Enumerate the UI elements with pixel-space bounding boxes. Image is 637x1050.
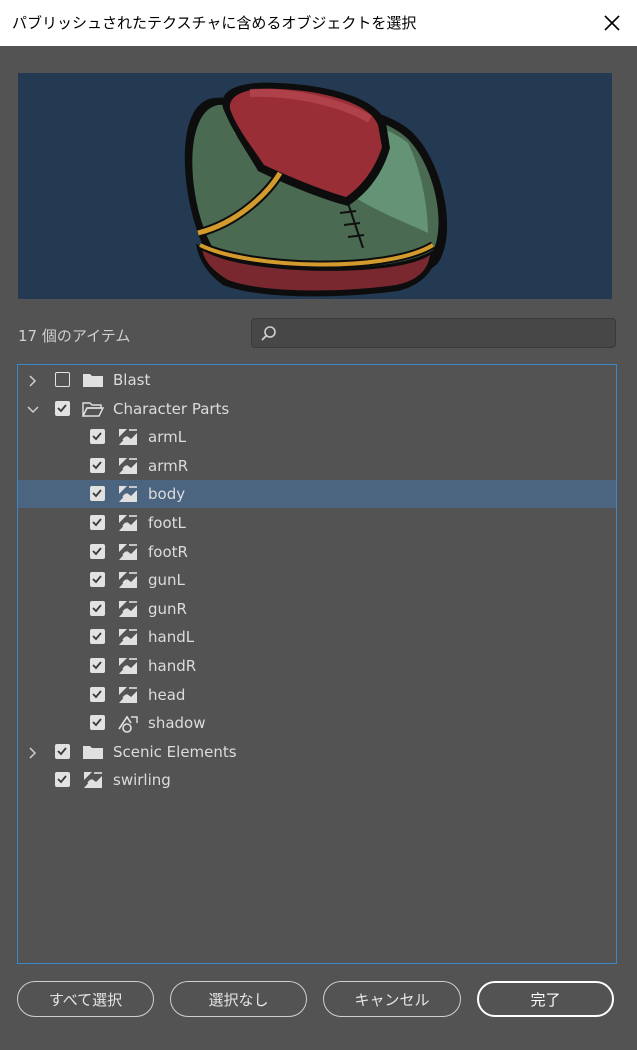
tree-item-label: head — [148, 685, 186, 704]
search-input[interactable] — [284, 322, 608, 346]
tree-item-label: handL — [148, 628, 195, 647]
texture-icon — [82, 770, 104, 790]
texture-preview — [18, 73, 612, 299]
tree-item[interactable]: swirling — [18, 766, 616, 794]
tree-item-label: armL — [148, 428, 187, 447]
folder-open-icon — [81, 399, 105, 419]
tree-item-label: shadow — [148, 714, 206, 733]
item-checkbox[interactable] — [90, 658, 105, 673]
chevron-right-icon[interactable] — [26, 373, 40, 387]
search-icon — [261, 326, 276, 341]
item-count: 17 個のアイテム — [18, 327, 131, 345]
texture-icon — [117, 542, 139, 562]
texture-icon — [117, 427, 139, 447]
tree-item[interactable]: armR — [18, 452, 616, 480]
chevron-right-icon[interactable] — [26, 745, 40, 759]
object-tree[interactable]: Blast Character Parts armL armR body footL foo… — [17, 364, 617, 964]
tree-item-label: footL — [148, 514, 186, 532]
tree-item[interactable]: footR — [18, 538, 616, 566]
title-bar: パブリッシュされたテクスチャに含めるオブジェクトを選択 — [0, 0, 637, 46]
texture-icon — [117, 513, 139, 533]
tree-item-label: footR — [148, 542, 188, 561]
item-checkbox[interactable] — [55, 372, 70, 387]
tree-item[interactable]: footL — [18, 509, 616, 537]
texture-icon — [117, 599, 139, 619]
chevron-down-icon[interactable] — [26, 402, 40, 416]
texture-icon — [117, 484, 139, 504]
folder-icon — [82, 742, 104, 762]
item-checkbox[interactable] — [55, 743, 70, 759]
tree-item-label: gunR — [148, 599, 187, 618]
tree-item-label: handR — [148, 657, 197, 675]
item-checkbox[interactable] — [90, 543, 105, 559]
texture-icon — [117, 456, 139, 476]
texture-icon — [117, 656, 139, 676]
item-checkbox[interactable] — [90, 600, 105, 616]
item-checkbox[interactable] — [55, 772, 70, 788]
item-checkbox[interactable] — [90, 715, 105, 731]
tree-item[interactable]: armL — [18, 423, 616, 451]
tree-item[interactable]: head — [18, 681, 616, 709]
search-box[interactable] — [251, 318, 616, 348]
item-checkbox[interactable] — [90, 457, 105, 473]
folder-icon — [82, 370, 104, 390]
shadow-shape-icon — [117, 713, 139, 733]
tree-item[interactable]: Blast — [18, 366, 616, 394]
texture-icon — [117, 685, 139, 705]
dialog-title: パブリッシュされたテクスチャに含めるオブジェクトを選択 — [12, 14, 417, 32]
tree-item[interactable]: handL — [18, 623, 616, 651]
tree-item[interactable]: Character Parts — [18, 395, 616, 423]
tree-item-label: swirling — [113, 771, 171, 790]
item-checkbox[interactable] — [55, 400, 70, 416]
body-texture-image — [184, 82, 448, 297]
tree-item[interactable]: shadow — [18, 709, 616, 737]
texture-icon — [117, 570, 139, 590]
tree-item[interactable]: body — [18, 480, 616, 509]
tree-item-label: Scenic Elements — [113, 742, 237, 761]
select-all-button[interactable]: すべて選択 — [17, 981, 154, 1017]
cancel-button[interactable]: キャンセル — [323, 981, 461, 1017]
item-checkbox[interactable] — [90, 515, 105, 530]
tree-item-label: armR — [148, 456, 189, 475]
texture-icon — [117, 627, 139, 647]
tree-item[interactable]: handR — [18, 652, 616, 680]
tree-item-label: Character Parts — [113, 399, 230, 418]
item-checkbox[interactable] — [90, 572, 105, 588]
tree-item[interactable]: Scenic Elements — [18, 738, 616, 766]
tree-item-label: body — [148, 485, 186, 504]
item-checkbox[interactable] — [90, 686, 105, 702]
item-checkbox[interactable] — [90, 429, 105, 445]
tree-item[interactable]: gunL — [18, 566, 616, 594]
close-button[interactable] — [595, 6, 629, 40]
tree-item[interactable]: gunR — [18, 595, 616, 623]
item-checkbox[interactable] — [90, 629, 105, 645]
done-button[interactable]: 完了 — [477, 981, 614, 1017]
item-checkbox[interactable] — [90, 486, 105, 502]
close-icon — [604, 15, 620, 31]
tree-item-label: Blast — [113, 371, 151, 389]
tree-item-label: gunL — [148, 571, 185, 590]
select-none-button[interactable]: 選択なし — [170, 981, 307, 1017]
